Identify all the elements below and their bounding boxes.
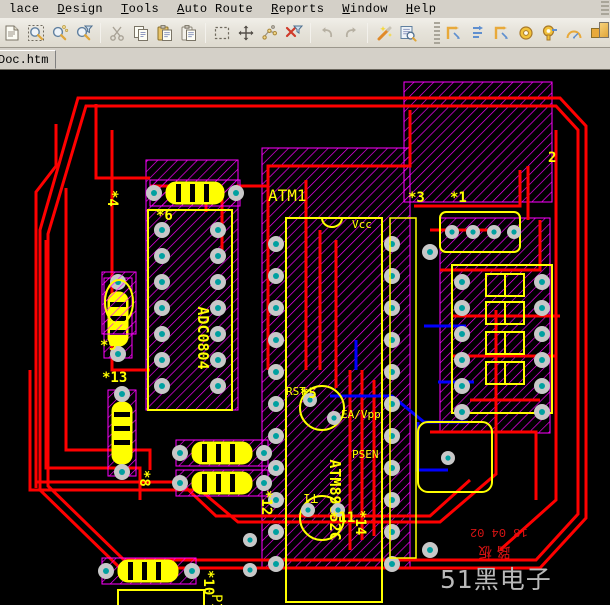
move-cross-icon bbox=[238, 25, 254, 40]
silk-label-psen: PSEN bbox=[352, 448, 379, 461]
zoom-filter-icon bbox=[76, 25, 93, 40]
menu-window-label: indow bbox=[349, 2, 388, 16]
menu-tools[interactable]: Tools bbox=[112, 1, 168, 17]
menu-place[interactable]: lace bbox=[0, 1, 48, 17]
silk-label-p1: P1 bbox=[208, 594, 224, 605]
magic-wand-icon bbox=[377, 25, 392, 40]
document-icon bbox=[5, 25, 19, 40]
silk-label-2: 2 bbox=[548, 150, 556, 166]
component-resistor-pair bbox=[172, 439, 272, 497]
place-via-icon bbox=[519, 25, 533, 40]
designator-9: *9 bbox=[100, 338, 117, 354]
toolbar-separator bbox=[310, 22, 311, 43]
silk-cn-text: 路 板 bbox=[478, 543, 511, 559]
silk-date-text: 18 04 02 bbox=[470, 525, 528, 539]
browse-icon bbox=[400, 25, 417, 42]
redo-arrow-icon bbox=[345, 26, 356, 37]
main-toolbar bbox=[0, 18, 610, 48]
zoom-filter-button[interactable] bbox=[72, 21, 96, 45]
component-cap-small bbox=[101, 271, 137, 335]
component-resistor-10 bbox=[98, 557, 200, 585]
menu-window[interactable]: Window bbox=[333, 1, 397, 17]
silk-label-vcc: Vcc bbox=[352, 218, 372, 231]
place-connection-button[interactable] bbox=[466, 21, 490, 45]
undo-arrow-icon bbox=[322, 26, 333, 37]
redo-button[interactable] bbox=[339, 21, 363, 45]
scissors-icon bbox=[110, 26, 124, 41]
zoom-area-icon bbox=[28, 24, 44, 41]
tab-doc-htm[interactable]: Doc.htm bbox=[0, 50, 57, 69]
designator-13: *13 bbox=[102, 370, 127, 386]
place-via-button[interactable] bbox=[514, 21, 538, 45]
place-connection-icon bbox=[473, 25, 483, 38]
zoom-all-button[interactable] bbox=[48, 21, 72, 45]
move-button[interactable] bbox=[234, 21, 258, 45]
dashed-rect-icon bbox=[214, 26, 230, 39]
toolbar-separator bbox=[100, 22, 101, 43]
clear-selection-icon bbox=[285, 25, 303, 37]
place-pad-button[interactable] bbox=[538, 21, 562, 45]
designator-12: *12 bbox=[258, 490, 274, 515]
cut-button[interactable] bbox=[105, 21, 129, 45]
tab-doc-htm-label: Doc.htm bbox=[0, 53, 49, 67]
pcb-canvas[interactable]: ADC0804 ATM1 Vcc ATM89C52C RST EA/Vpp PS… bbox=[0, 70, 610, 605]
svg-text:T1: T1 bbox=[304, 491, 318, 505]
place-arc-button[interactable] bbox=[562, 21, 586, 45]
paste-special-icon bbox=[181, 24, 196, 41]
zoom-area-button[interactable] bbox=[24, 21, 48, 45]
select-net-button[interactable] bbox=[258, 21, 282, 45]
select-area-button[interactable] bbox=[210, 21, 234, 45]
component-resistor-13 bbox=[107, 386, 137, 480]
designator-1: *1 bbox=[450, 190, 467, 206]
deselect-all-button[interactable] bbox=[282, 21, 306, 45]
menu-help[interactable]: Help bbox=[397, 1, 445, 17]
placement-toolbar-grip[interactable] bbox=[434, 21, 440, 44]
designator-8: *8 bbox=[136, 470, 152, 487]
silk-label-adc0804: ADC0804 bbox=[194, 306, 212, 369]
designator-11: *11 bbox=[330, 510, 355, 526]
place-arc-icon bbox=[566, 30, 582, 39]
menu-bar: lace Design Tools Auto Route Reports Win… bbox=[0, 0, 610, 18]
menu-help-label: elp bbox=[413, 2, 437, 16]
menu-tools-label: ools bbox=[128, 2, 160, 16]
place-line-icon bbox=[494, 26, 508, 39]
designator-4: *4 bbox=[104, 190, 120, 207]
zoom-all-icon bbox=[52, 24, 69, 40]
menu-place-label: lace bbox=[9, 2, 40, 16]
menu-auto-route-label: uto Route bbox=[184, 2, 254, 16]
menu-reports[interactable]: Reports bbox=[262, 1, 333, 17]
toolbar-separator bbox=[205, 22, 206, 43]
paste-special-button[interactable] bbox=[177, 21, 201, 45]
open-document-button[interactable] bbox=[0, 21, 24, 45]
toolbar-separator bbox=[367, 22, 368, 43]
copy-button[interactable] bbox=[129, 21, 153, 45]
document-tab-strip: Doc.htm bbox=[0, 48, 610, 70]
designator-14: *14 bbox=[352, 510, 368, 535]
component-resistor-6 bbox=[146, 179, 244, 207]
menu-bar-grip[interactable] bbox=[601, 1, 609, 17]
designator-6: *6 bbox=[156, 208, 173, 224]
silk-label-atm1: ATM1 bbox=[268, 186, 307, 205]
place-track-button[interactable] bbox=[442, 21, 466, 45]
copy-icon bbox=[134, 25, 148, 41]
select-net-icon bbox=[262, 24, 278, 40]
menu-auto-route[interactable]: Auto Route bbox=[168, 1, 262, 17]
paste-button[interactable] bbox=[153, 21, 177, 45]
place-pad-icon bbox=[542, 24, 557, 40]
menu-reports-label: eports bbox=[278, 2, 325, 16]
undo-button[interactable] bbox=[315, 21, 339, 45]
silk-label-ea-vpp: EA/Vpp bbox=[341, 408, 381, 421]
designator-5: *5 bbox=[300, 386, 317, 402]
paste-icon bbox=[157, 24, 172, 41]
browse-components-button[interactable] bbox=[396, 21, 420, 45]
pcb-editor-window: lace Design Tools Auto Route Reports Win… bbox=[0, 0, 610, 605]
designator-10: *10 bbox=[200, 570, 216, 595]
place-line-button[interactable] bbox=[490, 21, 514, 45]
place-track-icon bbox=[446, 26, 460, 39]
designator-3: *3 bbox=[408, 190, 425, 206]
menu-design-label: esign bbox=[65, 2, 104, 16]
menu-design[interactable]: Design bbox=[48, 1, 112, 17]
layer-color-swatch[interactable] bbox=[599, 22, 609, 38]
autoroute-button[interactable] bbox=[372, 21, 396, 45]
